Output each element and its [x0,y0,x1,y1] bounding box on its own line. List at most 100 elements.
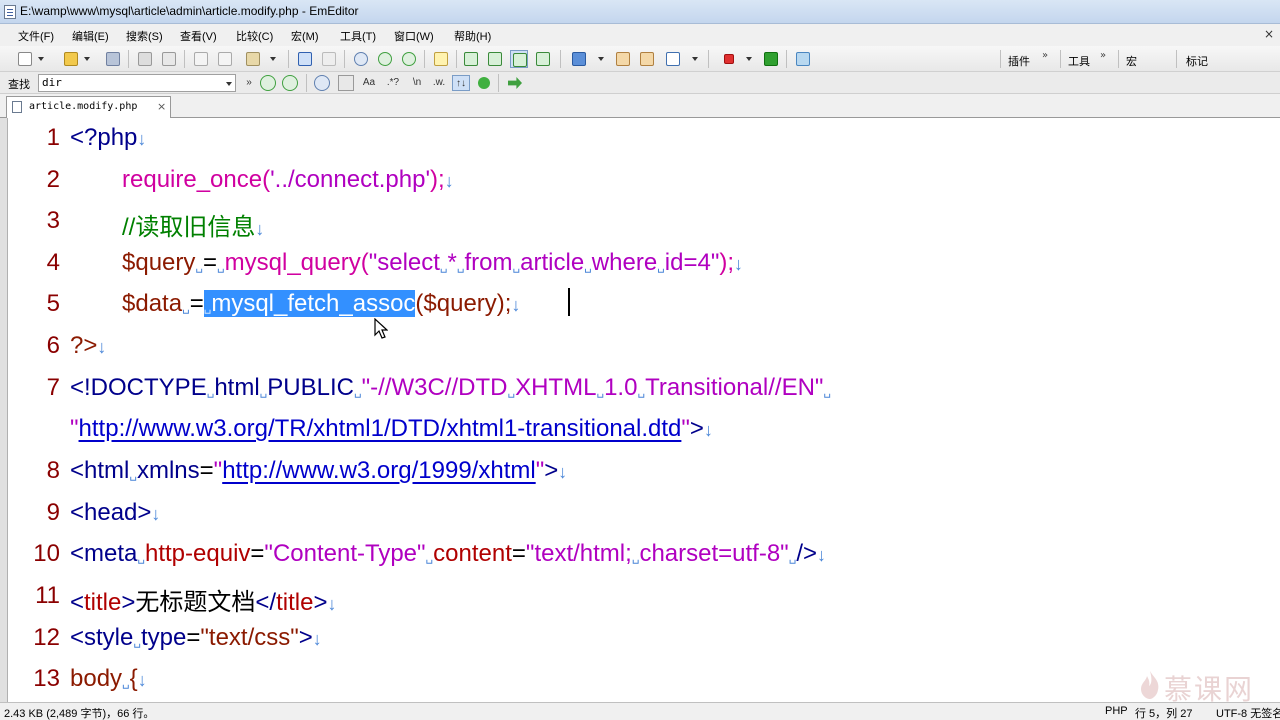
run-macro-icon[interactable] [762,50,780,68]
find-next-button[interactable] [260,75,276,91]
wrap-toggle-icon[interactable] [510,50,528,68]
find-history-dropdown-icon[interactable] [226,82,232,86]
menu-macro[interactable]: 宏(M) [291,28,319,44]
customize-dropdown-icon[interactable] [692,57,698,61]
save-icon[interactable] [104,50,122,68]
code-token: ); [430,166,445,193]
properties-icon[interactable] [614,50,632,68]
code-editor[interactable]: 1 2 3 4 5 6 7 8 9 10 11 12 13 <?php↓ req… [0,118,1280,702]
view-ruler-icon[interactable] [486,50,504,68]
find-next-icon[interactable] [376,50,394,68]
paste-dropdown-icon[interactable] [270,57,276,61]
space-marker: ␣ [217,259,225,273]
encoding-dropdown-icon[interactable] [598,57,604,61]
toolbar-separator [1060,50,1061,68]
line-number: 13 [33,665,60,692]
find-prev-icon[interactable] [400,50,418,68]
paste-icon[interactable] [244,50,262,68]
menu-window[interactable]: 窗口(W) [394,28,434,44]
menu-search[interactable]: 搜索(S) [126,28,163,44]
text-caret [568,288,570,316]
batch-find-arrow-icon[interactable] [508,77,522,89]
search-direction-toggle[interactable]: ↑↓ [452,75,470,91]
menu-tools[interactable]: 工具(T) [340,28,376,44]
line-number: 10 [33,540,60,567]
code-url-link[interactable]: http://www.w3.org/1999/xhtml [222,457,535,484]
copy-icon[interactable] [216,50,234,68]
newline-marker: ↓ [327,594,337,614]
match-case-toggle[interactable]: Aa [360,75,378,91]
code-token: charset=utf-8" [639,540,789,567]
tab-close-icon[interactable]: × [157,100,166,113]
marks-toolbar-label[interactable]: 标记 [1186,53,1208,69]
code-token: { [129,665,138,692]
menu-edit[interactable]: 编辑(E) [72,28,109,44]
open-folder-icon[interactable] [62,50,80,68]
print-preview-icon[interactable] [160,50,178,68]
tools-chevron-icon[interactable]: » [1100,50,1106,61]
close-document-icon[interactable]: × [1264,27,1274,41]
undo-icon[interactable] [296,50,314,68]
new-dropdown-icon[interactable] [38,57,44,61]
menu-help[interactable]: 帮助(H) [454,28,491,44]
find-icon[interactable] [352,50,370,68]
tools-toolbar-label[interactable]: 工具 [1068,53,1090,69]
space-marker: ␣ [439,259,448,273]
code-token: html [214,374,260,401]
record-macro-icon[interactable] [720,50,738,68]
redo-icon[interactable] [320,50,338,68]
customize-icon[interactable] [664,50,682,68]
new-file-icon[interactable] [16,50,34,68]
code-token: = [203,249,218,276]
macro-dropdown-icon[interactable] [746,57,752,61]
bookmark-margin[interactable] [0,118,8,702]
highlight-search-icon[interactable] [432,50,450,68]
macro-toolbar-label[interactable]: 宏 [1126,53,1137,69]
replace-icon[interactable] [338,75,354,91]
file-size-status: 2.43 KB (2,489 字节)，66 行。 [4,708,155,720]
code-token: content [433,540,512,567]
watermark-text: 慕课网 [1164,673,1255,706]
find-label: 查找 [8,79,30,91]
watermark-logo: 慕课网 [1138,668,1278,706]
php-close-tag: ?> [70,332,98,359]
find-options-icon[interactable] [314,75,330,91]
open-dropdown-icon[interactable] [84,57,90,61]
find-prev-button[interactable] [282,75,298,91]
code-token: > [544,457,559,484]
escape-sequence-toggle[interactable]: \n [408,75,426,91]
encoding-icon[interactable] [570,50,588,68]
plugins-chevron-icon[interactable]: » [1042,50,1048,61]
tab-article-modify[interactable]: article.modify.php × [6,96,171,118]
code-token: 无标题文档 [135,589,256,616]
space-marker: ␣ [657,259,665,273]
code-token: require_once( [122,166,271,193]
whole-word-toggle[interactable]: .w. [430,75,448,91]
find-input[interactable]: dir [38,74,236,92]
view-line-numbers-icon[interactable] [462,50,480,68]
config-icon[interactable] [638,50,656,68]
menu-compare[interactable]: 比较(C) [236,28,273,44]
document-tab-bar: article.modify.php × [0,94,1280,118]
wrap-window-icon[interactable] [534,50,552,68]
title-bar: E:\wamp\www\mysql\article\admin\article.… [0,0,1280,24]
plugins-toolbar-label[interactable]: 插件 [1008,53,1030,69]
php-open-tag: <?php [70,124,138,151]
menu-view[interactable]: 查看(V) [180,28,217,44]
findbar-chevron-icon[interactable]: » [244,75,254,91]
highlight-matches-icon[interactable] [478,77,490,89]
regex-toggle[interactable]: .*? [384,75,402,91]
code-token: = [511,540,526,567]
menu-file[interactable]: 文件(F) [18,28,54,44]
space-marker: ␣ [507,384,516,398]
toolbar-separator [1000,50,1001,68]
syntax-mode-status[interactable]: PHP [1105,705,1128,717]
cut-icon[interactable] [192,50,210,68]
plugin-tool-icon[interactable] [794,50,812,68]
code-line-1: <?php↓ [70,124,146,152]
line-number: 6 [46,332,60,359]
line-number: 7 [46,374,60,401]
code-line-3: //读取旧信息↓ [122,207,264,242]
print-icon[interactable] [136,50,154,68]
code-url-link[interactable]: http://www.w3.org/TR/xhtml1/DTD/xhtml1-t… [79,415,682,442]
